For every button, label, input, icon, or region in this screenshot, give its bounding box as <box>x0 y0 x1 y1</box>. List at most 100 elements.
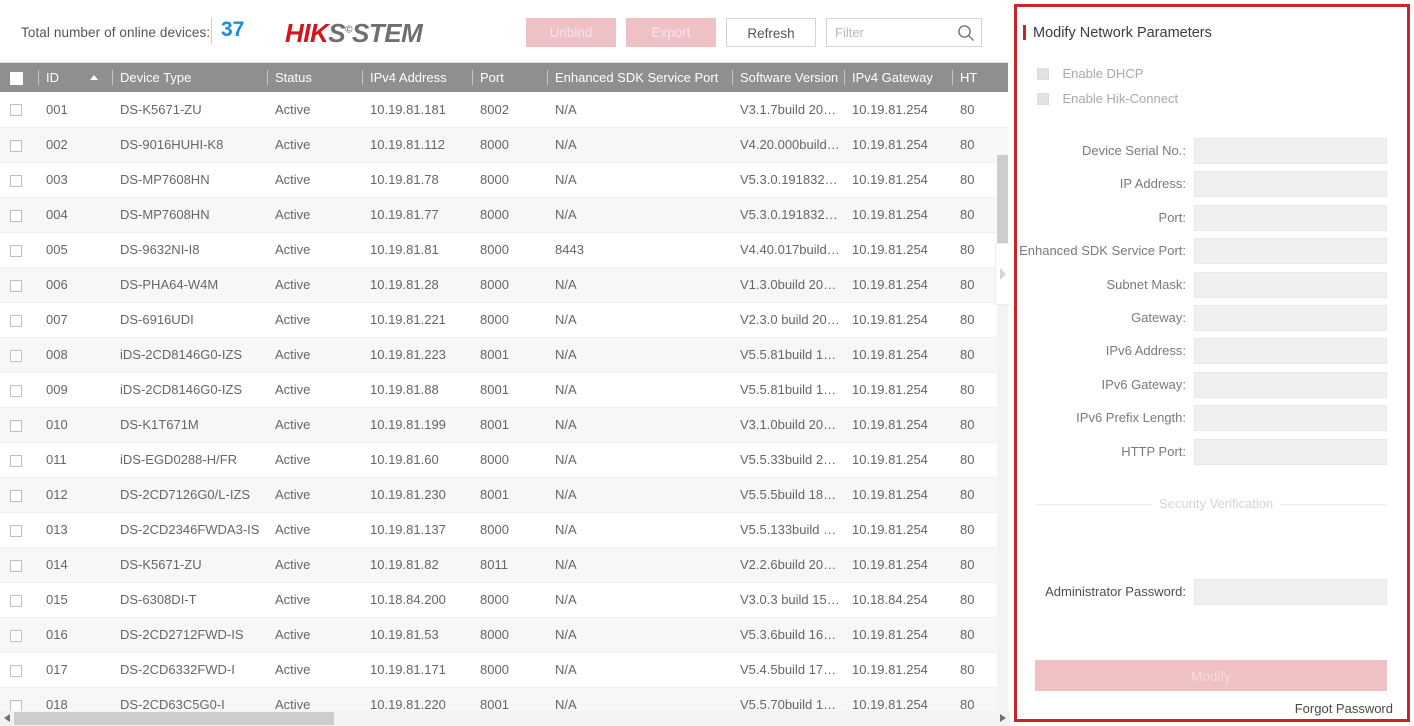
column-header-select-all[interactable] <box>0 63 36 92</box>
row-select-checkbox[interactable] <box>10 349 22 362</box>
enable-hik-connect-checkbox-row[interactable]: Enable Hik-Connect <box>1037 90 1178 108</box>
select-all-checkbox[interactable] <box>10 72 23 86</box>
chevron-right-icon[interactable] <box>1000 714 1006 722</box>
table-row[interactable]: 004 DS-MP7608HN Active 10.19.81.77 8000 N/A V5… <box>0 197 1008 233</box>
field-port: Port: <box>1017 204 1397 233</box>
sort-ascending-icon[interactable] <box>90 75 98 80</box>
column-header-port[interactable]: Port <box>470 63 545 92</box>
filter-input[interactable] <box>827 19 953 46</box>
row-select-checkbox[interactable] <box>10 384 22 397</box>
search-icon[interactable] <box>957 24 975 42</box>
input-ipv6-prefix-length[interactable] <box>1194 405 1387 432</box>
input-http-port[interactable] <box>1194 438 1387 465</box>
row-select-checkbox-cell[interactable] <box>0 442 36 478</box>
row-select-checkbox[interactable] <box>10 699 22 712</box>
input-ipv6-gateway[interactable] <box>1194 371 1387 398</box>
row-select-checkbox[interactable] <box>10 174 22 187</box>
row-select-checkbox-cell[interactable] <box>0 477 36 513</box>
refresh-button[interactable]: Refresh <box>726 18 816 47</box>
cell-port: 8000 <box>470 582 545 618</box>
row-select-checkbox-cell[interactable] <box>0 232 36 268</box>
row-select-checkbox[interactable] <box>10 594 22 607</box>
column-header-ipv4-gateway[interactable]: IPv4 Gateway <box>842 63 950 92</box>
row-select-checkbox-cell[interactable] <box>0 617 36 653</box>
row-select-checkbox[interactable] <box>10 419 22 432</box>
table-row[interactable]: 001 DS-K5671-ZU Active 10.19.81.181 8002 N/A V… <box>0 92 1008 128</box>
row-select-checkbox[interactable] <box>10 664 22 677</box>
table-row[interactable]: 016 DS-2CD2712FWD-IS Active 10.19.81.53 8000… <box>0 617 1008 653</box>
table-row[interactable]: 008 iDS-2CD8146G0-IZS Active 10.19.81.223 80… <box>0 337 1008 373</box>
device-table-container[interactable]: ID Device Type Status IPv4 Address Port <box>0 63 1010 726</box>
row-select-checkbox-cell[interactable] <box>0 337 36 373</box>
row-select-checkbox-cell[interactable] <box>0 372 36 408</box>
input-ip-address[interactable] <box>1194 171 1387 198</box>
row-select-checkbox-cell[interactable] <box>0 652 36 688</box>
table-row[interactable]: 012 DS-2CD7126G0/L-IZS Active 10.19.81.230 8… <box>0 477 1008 513</box>
cell-device-type: iDS-EGD0288-H/FR <box>110 442 265 478</box>
row-select-checkbox-cell[interactable] <box>0 547 36 583</box>
row-select-checkbox-cell[interactable] <box>0 407 36 443</box>
table-row[interactable]: 003 DS-MP7608HN Active 10.19.81.78 8000 N/A V5… <box>0 162 1008 198</box>
table-row[interactable]: 007 DS-6916UDI Active 10.19.81.221 8000 N/A V2… <box>0 302 1008 338</box>
row-select-checkbox-cell[interactable] <box>0 127 36 163</box>
input-subnet-mask[interactable] <box>1194 271 1387 298</box>
column-header-ipv4-address[interactable]: IPv4 Address <box>360 63 470 92</box>
row-select-checkbox-cell[interactable] <box>0 512 36 548</box>
table-row[interactable]: 002 DS-9016HUHI-K8 Active 10.19.81.112 8000 N… <box>0 127 1008 163</box>
table-row[interactable]: 015 DS-6308DI-T Active 10.18.84.200 8000 N/A V… <box>0 582 1008 618</box>
row-select-checkbox[interactable] <box>10 244 22 257</box>
table-row[interactable]: 013 DS-2CD2346FWDA3-IS Active 10.19.81.137 8… <box>0 512 1008 548</box>
table-row[interactable]: 006 DS-PHA64-W4M Active 10.19.81.28 8000 N/A V… <box>0 267 1008 303</box>
column-header-id[interactable]: ID <box>36 63 110 92</box>
column-header-status[interactable]: Status <box>265 63 360 92</box>
table-row[interactable]: 010 DS-K1T671M Active 10.19.81.199 8001 N/A V3… <box>0 407 1008 443</box>
row-select-checkbox-cell[interactable] <box>0 302 36 338</box>
row-select-checkbox-cell[interactable] <box>0 92 36 128</box>
column-header-software-version[interactable]: Software Version <box>730 63 842 92</box>
cell-device-type: DS-K5671-ZU <box>110 547 265 583</box>
input-port[interactable] <box>1194 204 1387 231</box>
row-select-checkbox-cell[interactable] <box>0 162 36 198</box>
unbind-button[interactable]: Unbind <box>526 18 616 47</box>
enable-hik-connect-checkbox[interactable] <box>1037 92 1049 105</box>
input-gateway[interactable] <box>1194 305 1387 331</box>
row-select-checkbox[interactable] <box>10 209 22 222</box>
forgot-password-link[interactable]: Forgot Password <box>1295 701 1393 716</box>
row-select-checkbox[interactable] <box>10 104 22 117</box>
table-row[interactable]: 014 DS-K5671-ZU Active 10.19.81.82 8011 N/A V2… <box>0 547 1008 583</box>
enable-dhcp-checkbox-row[interactable]: Enable DHCP <box>1037 65 1143 83</box>
table-row[interactable]: 017 DS-2CD6332FWD-I Active 10.19.81.171 8000… <box>0 652 1008 688</box>
row-select-checkbox-cell[interactable] <box>0 582 36 618</box>
row-select-checkbox[interactable] <box>10 139 22 152</box>
column-header-enhanced-sdk-service-port[interactable]: Enhanced SDK Service Port <box>545 63 730 92</box>
input-device-serial-no[interactable] <box>1194 138 1387 164</box>
row-select-checkbox-cell[interactable] <box>0 267 36 303</box>
administrator-password-input[interactable] <box>1194 579 1387 605</box>
table-row[interactable]: 005 DS-9632NI-I8 Active 10.19.81.81 8000 8443… <box>0 232 1008 268</box>
export-button[interactable]: Export <box>626 18 716 47</box>
row-select-checkbox[interactable] <box>10 314 22 327</box>
input-ipv6-address[interactable] <box>1194 338 1387 365</box>
table-row[interactable]: 011 iDS-EGD0288-H/FR Active 10.19.81.60 8000… <box>0 442 1008 478</box>
table-row[interactable]: 009 iDS-2CD8146G0-IZS Active 10.19.81.88 800… <box>0 372 1008 408</box>
panel-expand-handle[interactable] <box>995 243 1010 305</box>
row-select-checkbox[interactable] <box>10 629 22 642</box>
horizontal-scrollbar[interactable] <box>0 711 1010 726</box>
horizontal-scrollbar-thumb[interactable] <box>14 712 334 725</box>
vertical-scrollbar[interactable] <box>997 155 1008 726</box>
column-header-device-type[interactable]: Device Type <box>110 63 265 92</box>
input-enhanced-sdk-service-port[interactable] <box>1194 238 1387 265</box>
filter-field[interactable] <box>826 18 982 47</box>
cell-id: 015 <box>36 582 110 618</box>
enable-dhcp-checkbox[interactable] <box>1037 67 1049 80</box>
row-select-checkbox[interactable] <box>10 279 22 292</box>
column-header-http-port[interactable]: HT <box>950 63 1008 92</box>
chevron-right-icon[interactable] <box>1000 268 1006 280</box>
modify-button[interactable]: Modify <box>1035 660 1387 691</box>
row-select-checkbox[interactable] <box>10 454 22 467</box>
row-select-checkbox[interactable] <box>10 489 22 502</box>
row-select-checkbox-cell[interactable] <box>0 197 36 233</box>
row-select-checkbox[interactable] <box>10 524 22 537</box>
row-select-checkbox[interactable] <box>10 559 22 572</box>
chevron-left-icon[interactable] <box>4 714 10 722</box>
